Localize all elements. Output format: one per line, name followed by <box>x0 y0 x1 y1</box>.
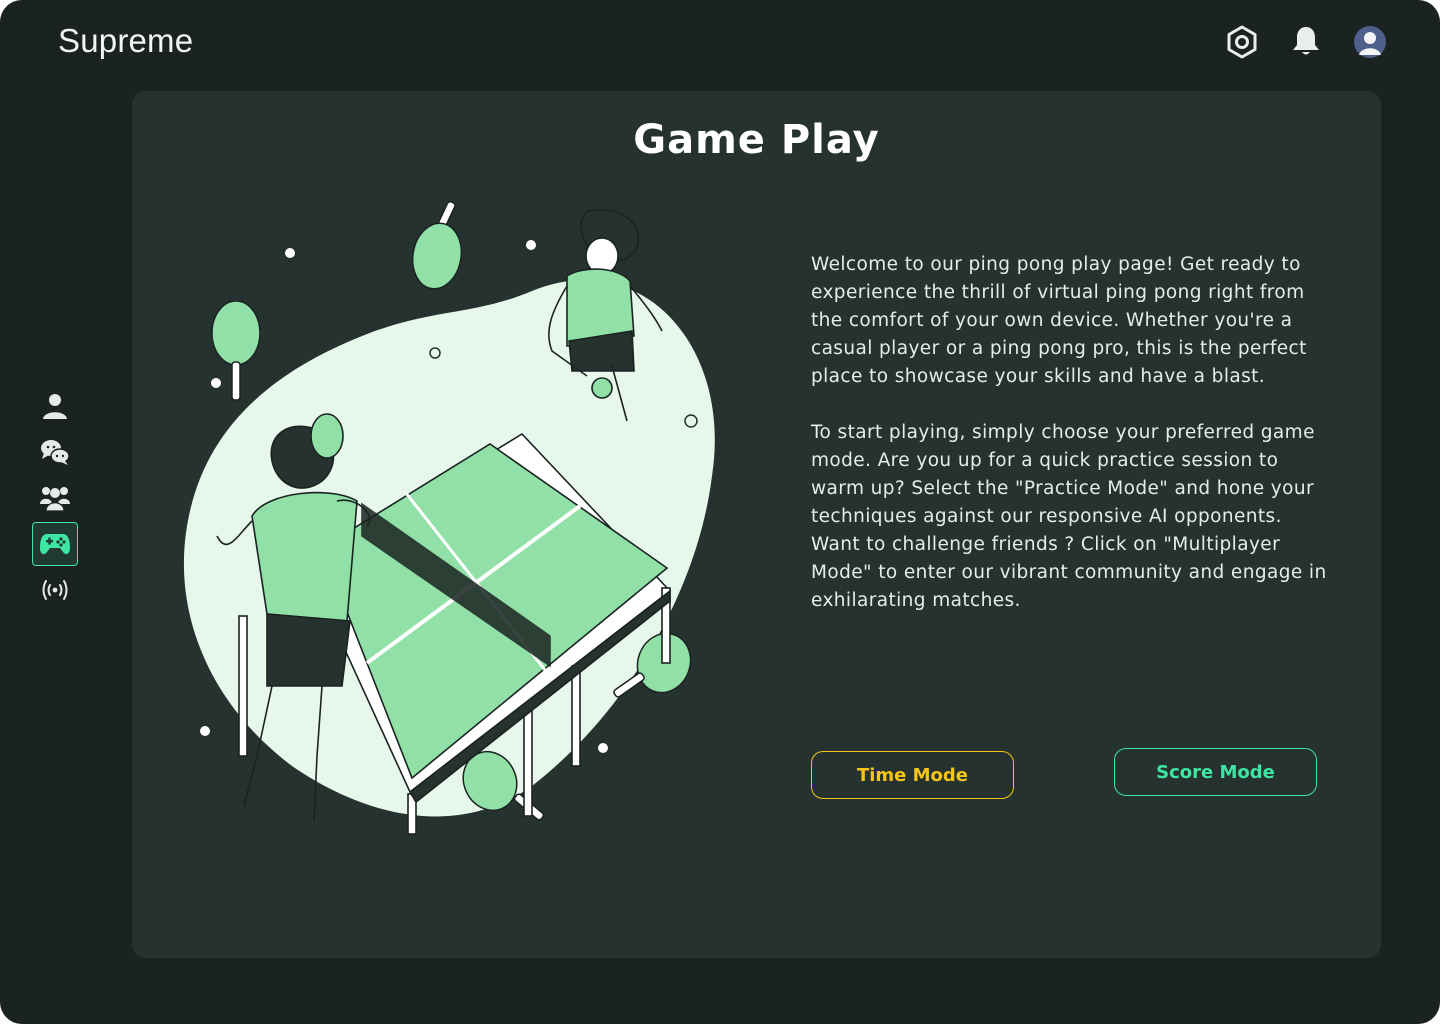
game-play-panel: Game Play Welcome to our ping pong play … <box>132 91 1381 958</box>
sidebar-item-chat[interactable] <box>32 430 78 474</box>
user-avatar[interactable] <box>1352 24 1388 60</box>
page-title: Game Play <box>633 117 880 163</box>
brand-logo[interactable]: Supreme <box>58 22 193 60</box>
sidebar-item-game[interactable] <box>32 522 78 566</box>
sidebar-item-profile[interactable] <box>32 384 78 428</box>
chat-icon <box>41 440 70 465</box>
description-paragraph-2: To start playing, simply choose your pre… <box>811 422 1327 611</box>
sidebar-item-friends[interactable] <box>32 476 78 520</box>
group-icon <box>40 487 70 512</box>
app-window: Supreme Game Play Welcome to our ping po… <box>0 0 1440 1024</box>
time-mode-button[interactable]: Time Mode <box>811 751 1014 799</box>
ping-pong-illustration <box>183 200 715 835</box>
description: Welcome to our ping pong play page! Get … <box>811 251 1331 643</box>
broadcast-icon <box>42 580 68 600</box>
gamepad-icon <box>40 534 70 555</box>
score-mode-button[interactable]: Score Mode <box>1114 748 1317 796</box>
sidebar-item-live[interactable] <box>32 568 78 612</box>
header-actions <box>1224 24 1388 60</box>
description-paragraph-1: Welcome to our ping pong play page! Get … <box>811 254 1307 387</box>
sidebar <box>32 384 78 614</box>
user-icon <box>43 394 67 419</box>
bell-icon[interactable] <box>1288 24 1324 60</box>
settings-icon[interactable] <box>1224 24 1260 60</box>
